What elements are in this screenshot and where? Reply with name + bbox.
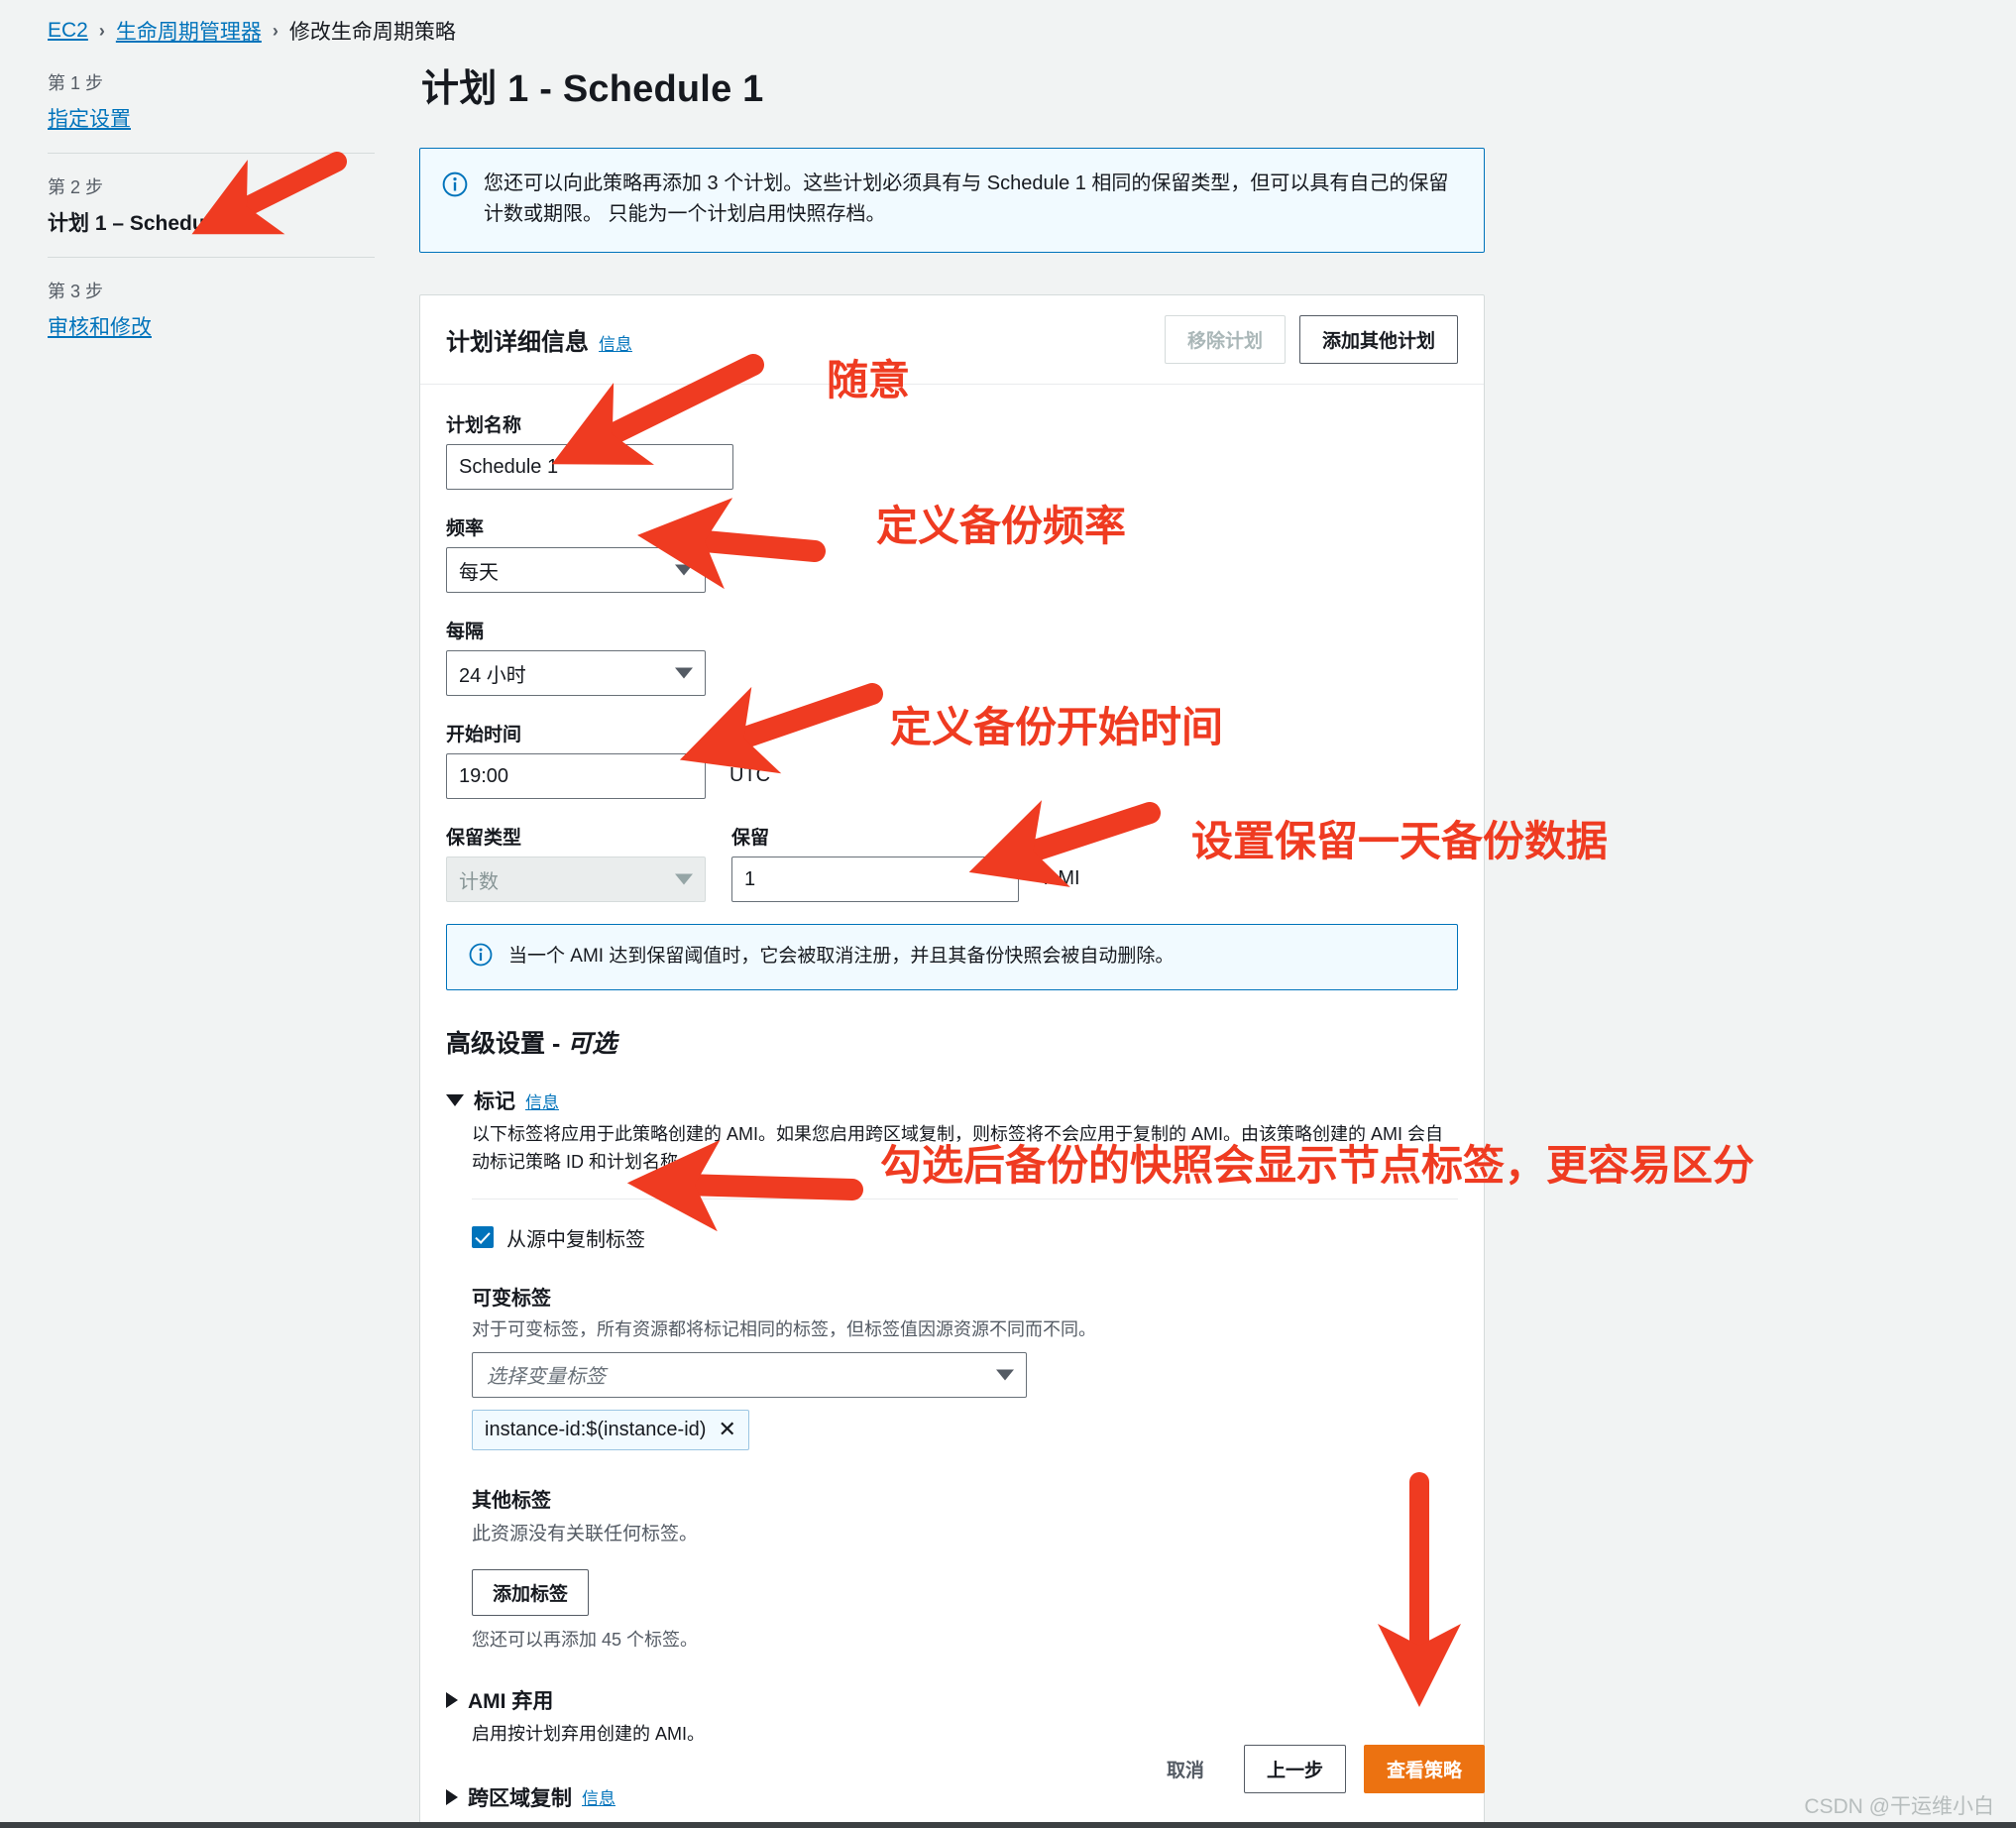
chevron-down-icon	[675, 667, 693, 679]
add-schedule-button[interactable]: 添加其他计划	[1298, 315, 1458, 364]
ami-deprecation-header[interactable]: AMI 弃用	[446, 1685, 1458, 1715]
card-info-link[interactable]: 信息	[599, 330, 632, 355]
remove-schedule-button[interactable]: 移除计划	[1164, 315, 1286, 364]
variable-tag-token: instance-id:$(instance-id) ✕	[472, 1409, 749, 1450]
watermark: CSDN @干运维小白	[1804, 1795, 1994, 1818]
annotation-retention: 设置保留一天备份数据	[1191, 818, 1609, 864]
bottom-bar	[0, 1822, 2016, 1828]
retention-type-field: 保留类型 计数	[446, 823, 706, 902]
interval-field: 每隔 24 小时	[446, 617, 1458, 696]
annotation-random: 随意	[827, 357, 911, 403]
retention-count-label: 保留	[731, 828, 770, 849]
info-alert-message: 您还可以向此策略再添加 3 个计划。这些计划必须具有与 Schedule 1 相…	[484, 172, 1449, 225]
annotation-copy-tags: 勾选后备份的快照会显示节点标签，更容易区分	[880, 1142, 1755, 1189]
copy-tags-checkbox-row[interactable]: 从源中复制标签	[472, 1223, 1458, 1252]
card-header: 计划详细信息 信息 移除计划 添加其他计划	[420, 295, 1484, 385]
interval-label: 每隔	[446, 622, 485, 642]
start-time-input[interactable]: 19:00	[446, 753, 706, 799]
breadcrumb: EC2 › 生命周期管理器 › 修改生命周期策略	[48, 16, 456, 46]
previous-button[interactable]: 上一步	[1243, 1745, 1346, 1793]
breadcrumb-item-lifecycle-manager[interactable]: 生命周期管理器	[116, 16, 262, 46]
variable-tags-label: 可变标签	[472, 1287, 551, 1310]
retention-type-select: 计数	[446, 857, 706, 902]
schedule-name-input[interactable]: Schedule 1	[446, 444, 733, 490]
wizard-step-3: 第 3 步 审核和修改	[48, 257, 375, 361]
variable-tags-field: 可变标签 对于可变标签，所有资源都将标记相同的标签，但标签值因源资源不同而不同。…	[472, 1282, 1458, 1450]
wizard-navigation: 第 1 步 指定设置 第 2 步 计划 1 – Schedule 1 第 3 步…	[48, 61, 375, 361]
frequency-value: 每天	[459, 561, 499, 584]
breadcrumb-item-current: 修改生命周期策略	[288, 21, 456, 44]
info-icon	[442, 171, 468, 230]
annotation-frequency: 定义备份频率	[876, 503, 1127, 549]
start-time-row: 19:00 UTC	[446, 753, 1458, 799]
schedule-name-label: 计划名称	[446, 415, 522, 436]
cancel-button[interactable]: 取消	[1145, 1746, 1226, 1792]
add-tag-hint: 您还可以再添加 45 个标签。	[472, 1629, 699, 1650]
wizard-step-1: 第 1 步 指定设置	[48, 61, 375, 153]
wizard-step-2-number: 第 2 步	[48, 177, 104, 197]
chevron-down-icon	[675, 873, 693, 885]
chevron-right-icon[interactable]	[446, 1691, 458, 1708]
retention-type-value: 计数	[459, 870, 499, 893]
variable-tags-placeholder: 选择变量标签	[487, 1366, 606, 1389]
retention-info-alert: 当一个 AMI 达到保留阈值时，它会被取消注册，并且其备份快照会被自动删除。	[446, 924, 1458, 990]
breadcrumb-separator-icon: ›	[272, 20, 279, 41]
info-alert-schedules: 您还可以向此策略再添加 3 个计划。这些计划必须具有与 Schedule 1 相…	[419, 148, 1485, 253]
page-root: EC2 › 生命周期管理器 › 修改生命周期策略 第 1 步 指定设置 第 2 …	[0, 0, 2016, 1828]
wizard-step-1-number: 第 1 步	[48, 73, 104, 93]
chevron-down-icon[interactable]	[446, 1094, 464, 1106]
tags-expander-body: 以下标签将应用于此策略创建的 AMI。如果您启用跨区域复制，则标签将不会应用于复…	[446, 1121, 1458, 1652]
schedule-name-field: 计划名称 Schedule 1	[446, 410, 1458, 490]
tags-expander-title: 标记	[474, 1090, 515, 1113]
retention-unit-label: AMI	[1045, 867, 1080, 889]
copy-tags-label: 从源中复制标签	[506, 1228, 645, 1251]
tags-expander-header[interactable]: 标记 信息	[446, 1085, 1458, 1115]
wizard-step-3-number: 第 3 步	[48, 282, 104, 301]
close-icon[interactable]: ✕	[718, 1419, 735, 1440]
retention-type-label: 保留类型	[446, 828, 522, 849]
advanced-settings-title-optional: 可选	[567, 1030, 617, 1058]
variable-tags-select[interactable]: 选择变量标签	[472, 1351, 1027, 1398]
chevron-down-icon	[675, 564, 693, 576]
breadcrumb-item-ec2[interactable]: EC2	[48, 19, 88, 43]
wizard-step-3-label[interactable]: 审核和修改	[48, 311, 375, 341]
info-icon	[469, 943, 493, 971]
other-tags-description: 此资源没有关联任何标签。	[472, 1523, 699, 1544]
wizard-step-2: 第 2 步 计划 1 – Schedule 1	[48, 153, 375, 257]
frequency-select[interactable]: 每天	[446, 547, 706, 593]
wizard-footer: 取消 上一步 查看策略	[419, 1745, 1485, 1793]
interval-select[interactable]: 24 小时	[446, 650, 706, 696]
page-title: 计划 1 - Schedule 1	[421, 68, 764, 110]
card-header-actions: 移除计划 添加其他计划	[1164, 315, 1458, 364]
chevron-down-icon	[996, 1369, 1014, 1381]
other-tags-field: 其他标签 此资源没有关联任何标签。 添加标签 您还可以再添加 45 个标签。	[472, 1484, 1458, 1652]
start-time-timezone: UTC	[729, 764, 771, 786]
retention-count-input[interactable]: 1	[731, 857, 1019, 902]
ami-deprecation-expander: AMI 弃用 启用按计划弃用创建的 AMI。	[446, 1685, 1458, 1749]
interval-value: 24 小时	[459, 664, 526, 687]
annotation-start-time: 定义备份开始时间	[890, 704, 1224, 750]
card-body: 计划名称 Schedule 1 频率 每天 每隔 24 小时 开始时间 19:0…	[420, 385, 1484, 1828]
main-content: 计划 1 - Schedule 1 您还可以向此策略再添加 3 个计划。这些计划…	[419, 57, 1485, 1828]
variable-tags-description: 对于可变标签，所有资源都将标记相同的标签，但标签值因源资源不同而不同。	[472, 1318, 1096, 1339]
ami-deprecation-title: AMI 弃用	[468, 1689, 554, 1713]
card-title-group: 计划详细信息 信息	[446, 322, 632, 357]
retention-info-message: 当一个 AMI 达到保留阈值时，它会被取消注册，并且其备份快照会被自动删除。	[508, 946, 1175, 967]
variable-tag-token-label: instance-id:$(instance-id)	[485, 1418, 707, 1440]
wizard-step-2-label: 计划 1 – Schedule 1	[48, 212, 240, 235]
add-tag-button[interactable]: 添加标签	[472, 1568, 590, 1616]
review-policy-button[interactable]: 查看策略	[1363, 1745, 1485, 1793]
copy-tags-checkbox[interactable]	[472, 1226, 494, 1249]
advanced-settings-title: 高级设置 - 可选	[446, 1024, 1458, 1060]
retention-count-field: 保留 1	[731, 823, 1019, 902]
card-title: 计划详细信息	[446, 329, 589, 356]
wizard-step-1-label[interactable]: 指定设置	[48, 103, 375, 133]
advanced-settings-title-main: 高级设置 -	[446, 1030, 568, 1058]
divider	[472, 1198, 1458, 1200]
tags-info-link[interactable]: 信息	[525, 1088, 559, 1113]
breadcrumb-separator-icon: ›	[98, 20, 105, 41]
other-tags-label: 其他标签	[472, 1489, 551, 1512]
